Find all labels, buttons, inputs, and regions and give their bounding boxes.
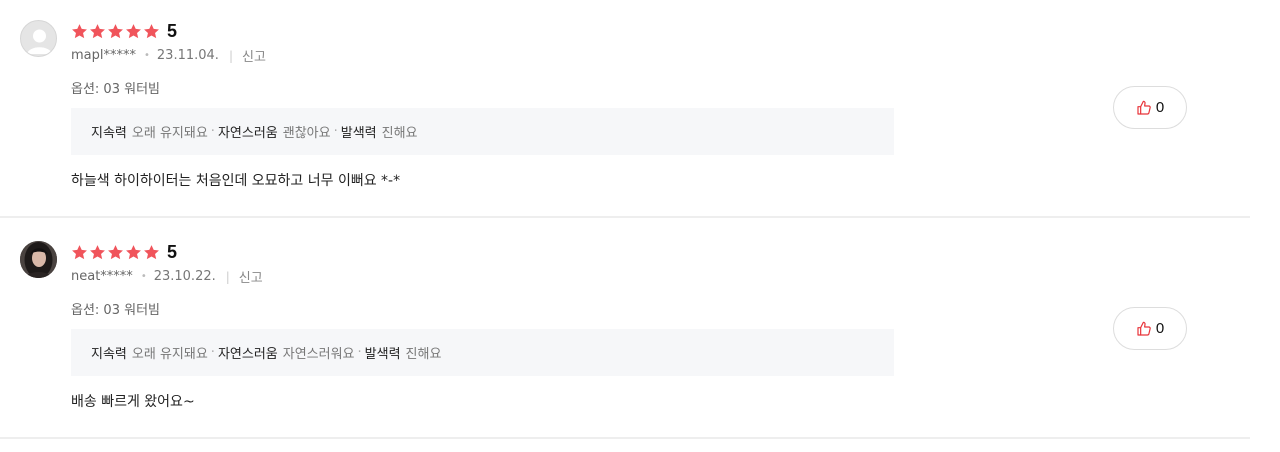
thumbs-up-icon bbox=[1137, 100, 1151, 115]
attribute-summary: 지속력 오래 유지돼요 · 자연스러움 괜찮아요 · 발색력 진해요 bbox=[71, 108, 894, 155]
attribute-value: 자연스러워요 bbox=[282, 347, 355, 362]
star-icon bbox=[108, 244, 123, 259]
star-icon bbox=[144, 244, 159, 259]
review-divider bbox=[0, 216, 1250, 218]
review-item: 5 neat***** • 23.10.22. | 신고 옵션: 03 워터빔 … bbox=[0, 221, 1250, 439]
star-rating: 5 bbox=[71, 241, 177, 263]
star-icon bbox=[72, 244, 87, 259]
like-count: 0 bbox=[1155, 99, 1165, 116]
star-icon bbox=[90, 23, 105, 38]
attribute-summary: 지속력 오래 유지돼요 · 자연스러움 자연스러워요 · 발색력 진해요 bbox=[71, 329, 894, 376]
reviewer-id: neat***** bbox=[71, 269, 133, 284]
default-avatar bbox=[20, 20, 57, 57]
profile-photo-avatar bbox=[20, 241, 57, 278]
attribute-separator: · bbox=[333, 124, 338, 139]
meta-dot-separator: • bbox=[140, 271, 147, 282]
attribute-separator: · bbox=[210, 345, 215, 360]
review-item: 5 mapl***** • 23.11.04. | 신고 옵션: 03 워터빔 … bbox=[0, 0, 1250, 218]
like-count: 0 bbox=[1155, 320, 1165, 337]
star-icon bbox=[144, 23, 159, 38]
thumbs-up-icon bbox=[1137, 321, 1151, 336]
star-icon bbox=[90, 244, 105, 259]
attribute-key: 발색력 bbox=[364, 347, 401, 362]
star-icon bbox=[72, 23, 87, 38]
meta-bar-separator: | bbox=[228, 48, 233, 63]
attribute-value: 진해요 bbox=[381, 126, 418, 141]
rating-score: 5 bbox=[167, 241, 178, 262]
like-button[interactable]: 0 bbox=[1113, 86, 1187, 129]
reviewer-id: mapl***** bbox=[71, 48, 136, 63]
meta-dot-separator: • bbox=[144, 50, 150, 61]
attribute-key: 자연스러움 bbox=[217, 347, 278, 362]
attribute-value: 오래 유지돼요 bbox=[131, 347, 208, 362]
attribute-key: 발색력 bbox=[340, 126, 377, 141]
review-content: 배송 빠르게 왔어요~ bbox=[71, 394, 195, 410]
attribute-value: 오래 유지돼요 bbox=[131, 126, 208, 141]
purchase-option: 옵션: 03 워터빔 bbox=[71, 303, 160, 318]
rating-score: 5 bbox=[167, 20, 178, 41]
attribute-key: 지속력 bbox=[91, 347, 127, 362]
attribute-value: 진해요 bbox=[405, 347, 442, 362]
review-meta: mapl***** • 23.11.04. | 신고 bbox=[71, 46, 266, 65]
review-content: 하늘색 하이하이터는 처음인데 오묘하고 너무 이뻐요 *-* bbox=[71, 173, 401, 189]
review-meta: neat***** • 23.10.22. | 신고 bbox=[71, 267, 263, 286]
like-button[interactable]: 0 bbox=[1113, 307, 1187, 350]
star-icon bbox=[126, 23, 141, 38]
attribute-key: 자연스러움 bbox=[217, 126, 278, 141]
attribute-key: 지속력 bbox=[91, 126, 127, 141]
star-rating: 5 bbox=[71, 20, 177, 42]
report-link[interactable]: 신고 bbox=[242, 46, 266, 65]
attribute-separator: · bbox=[357, 345, 362, 360]
review-divider bbox=[0, 437, 1250, 439]
review-date: 23.10.22. bbox=[153, 269, 216, 284]
review-date: 23.11.04. bbox=[156, 48, 219, 63]
attribute-separator: · bbox=[210, 124, 215, 139]
star-icon bbox=[126, 244, 141, 259]
star-icon bbox=[108, 23, 123, 38]
attribute-value: 괜찮아요 bbox=[282, 126, 331, 141]
report-link[interactable]: 신고 bbox=[239, 267, 263, 286]
meta-bar-separator: | bbox=[225, 269, 230, 284]
purchase-option: 옵션: 03 워터빔 bbox=[71, 82, 160, 97]
